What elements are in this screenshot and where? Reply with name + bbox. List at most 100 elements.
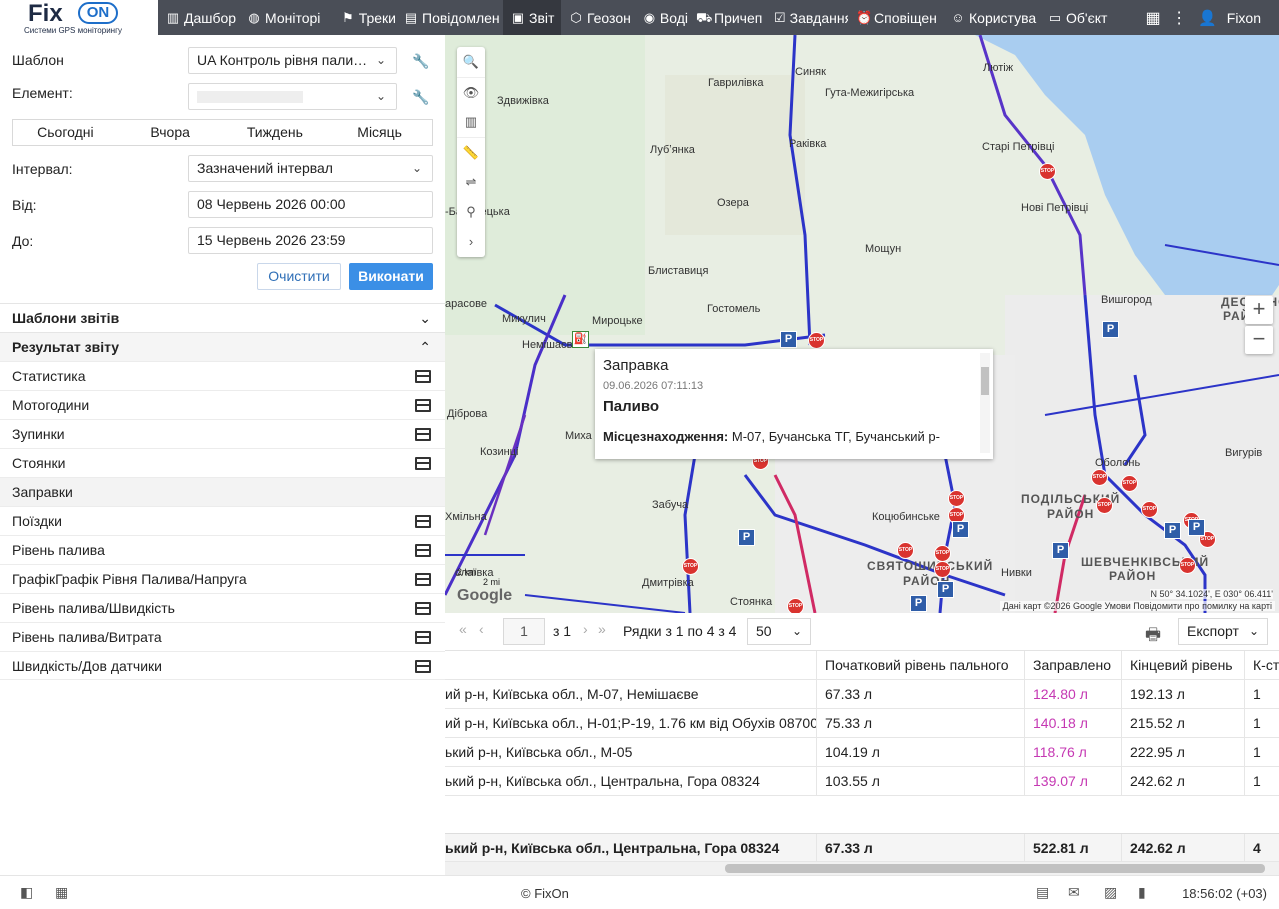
- next-page-icon[interactable]: ›: [583, 621, 588, 637]
- stop-marker[interactable]: STOP: [1091, 469, 1108, 486]
- parking-marker[interactable]: P: [937, 581, 954, 598]
- table-view-icon[interactable]: [415, 370, 431, 383]
- parking-marker[interactable]: P: [1102, 321, 1119, 338]
- waypoints-icon[interactable]: ⚲: [457, 197, 485, 227]
- table-view-icon[interactable]: [415, 573, 431, 586]
- nav-item[interactable]: ☺ Користува: [943, 0, 1040, 35]
- table-view-icon[interactable]: [415, 602, 431, 615]
- parking-marker[interactable]: P: [1052, 542, 1069, 559]
- stop-marker[interactable]: STOP: [787, 598, 804, 613]
- stop-marker[interactable]: STOP: [934, 545, 951, 562]
- page-input[interactable]: 1: [503, 618, 545, 645]
- wrench-icon[interactable]: 🔧: [412, 89, 429, 106]
- message-icon[interactable]: ▤: [1036, 884, 1049, 901]
- mail-icon[interactable]: ✉: [1068, 884, 1080, 901]
- parking-marker[interactable]: P: [780, 331, 797, 348]
- stop-marker[interactable]: STOP: [1141, 501, 1158, 518]
- table-total-row[interactable]: ький р-н, Київська обл., Центральна, Гор…: [445, 833, 1279, 863]
- stop-marker[interactable]: STOP: [897, 542, 914, 559]
- table-hscrollbar[interactable]: [445, 862, 1279, 875]
- fuel-marker[interactable]: ⛽: [572, 331, 589, 348]
- rows-per-page-select[interactable]: 50 ⌄: [747, 618, 811, 645]
- zoom-out-button[interactable]: −: [1245, 326, 1273, 354]
- nav-item[interactable]: ⛟ Причеп: [688, 0, 766, 35]
- run-button[interactable]: Виконати: [349, 263, 433, 290]
- parking-marker[interactable]: P: [1164, 522, 1181, 539]
- zoom-in-button[interactable]: +: [1245, 296, 1273, 324]
- result-section[interactable]: Результат звіту ⌃: [0, 332, 445, 361]
- period-yesterday[interactable]: Вчора: [118, 120, 223, 145]
- export-select[interactable]: Експорт ⌄: [1178, 618, 1268, 645]
- nav-item[interactable]: ▣ Звіт: [503, 0, 561, 35]
- layout-icon[interactable]: ▮: [1138, 884, 1146, 901]
- template-select[interactable]: UA Контроль рівня пали… ⌄: [188, 47, 397, 74]
- nav-item[interactable]: ⏰ Сповіщен: [848, 0, 943, 35]
- nav-item[interactable]: ⬡ Геозон: [561, 0, 635, 35]
- map-layers-icon[interactable]: ▥: [457, 107, 485, 137]
- nav-item[interactable]: ◍ Моніторі: [239, 0, 333, 35]
- stop-marker[interactable]: STOP: [1121, 475, 1138, 492]
- report-item[interactable]: Статистика: [0, 361, 445, 390]
- to-date-input[interactable]: 15 Червень 2026 23:59: [188, 227, 433, 254]
- parking-marker[interactable]: P: [1188, 519, 1205, 536]
- report-item[interactable]: Рівень палива/Швидкість: [0, 593, 445, 622]
- clear-button[interactable]: Очистити: [257, 263, 341, 290]
- report-item[interactable]: Зупинки: [0, 419, 445, 448]
- parking-marker[interactable]: P: [738, 529, 755, 546]
- print-icon[interactable]: 🖶: [1145, 622, 1161, 651]
- report-item[interactable]: Мотогодини: [0, 390, 445, 419]
- templates-section[interactable]: Шаблони звітів ⌄: [0, 303, 445, 332]
- stop-marker[interactable]: STOP: [1179, 557, 1196, 574]
- chevron-right-icon[interactable]: ›: [457, 227, 485, 257]
- parking-marker[interactable]: P: [910, 595, 927, 612]
- grid-view-icon[interactable]: ▦: [55, 884, 68, 901]
- table-view-icon[interactable]: [415, 399, 431, 412]
- report-item[interactable]: Поїздки: [0, 506, 445, 535]
- wrench-icon[interactable]: 🔧: [412, 53, 429, 70]
- nav-item[interactable]: ▤ Повідомлен: [396, 0, 503, 35]
- first-page-icon[interactable]: «: [459, 621, 467, 637]
- period-month[interactable]: Місяць: [327, 120, 432, 145]
- route-icon[interactable]: ⇌: [457, 167, 485, 197]
- stop-marker[interactable]: STOP: [934, 561, 951, 578]
- map-copyright[interactable]: Дані карт ©2026 Google Умови Повідомити …: [999, 601, 1275, 611]
- stop-marker[interactable]: STOP: [1096, 497, 1113, 514]
- table-row[interactable]: ий р-н, Київська обл., М-07, Немішаєве 67…: [445, 680, 1279, 709]
- table-row[interactable]: ький р-н, Київська обл., Центральна, Гор…: [445, 767, 1279, 796]
- table-row[interactable]: ий р-н, Київська обл., Н-01;Р-19, 1.76 к…: [445, 709, 1279, 738]
- period-week[interactable]: Тиждень: [223, 120, 328, 145]
- user-menu[interactable]: 👤 Fixon: [1192, 0, 1279, 35]
- period-today[interactable]: Сьогодні: [13, 120, 118, 145]
- table-row[interactable]: ький р-н, Київська обл., М-05 104.19 л 118…: [445, 738, 1279, 767]
- map[interactable]: Гаврилівка Синяк Лютіж Здвижівка Гута-Межигі…: [445, 35, 1279, 613]
- element-select[interactable]: ⌄: [188, 83, 397, 110]
- nav-item[interactable]: ▭ Об'єкт: [1040, 0, 1109, 35]
- nav-item[interactable]: ◉ Воді: [635, 0, 688, 35]
- logo[interactable]: Fix ON Системи GPS моніторингу: [0, 0, 158, 35]
- nav-item[interactable]: ⚑ Треки: [333, 0, 396, 35]
- apps-grid-icon[interactable]: ▦: [1140, 8, 1166, 28]
- table-view-icon[interactable]: [415, 631, 431, 644]
- report-item[interactable]: Рівень палива: [0, 535, 445, 564]
- table-view-icon[interactable]: [415, 544, 431, 557]
- ruler-icon[interactable]: 📏: [457, 137, 485, 167]
- from-date-input[interactable]: 08 Червень 2026 00:00: [188, 191, 433, 218]
- report-item[interactable]: Стоянки: [0, 448, 445, 477]
- last-page-icon[interactable]: »: [598, 621, 606, 637]
- prev-page-icon[interactable]: ‹: [479, 621, 484, 637]
- report-item[interactable]: Швидкість/Дов датчики: [0, 651, 445, 680]
- parking-marker[interactable]: P: [952, 521, 969, 538]
- report-item[interactable]: Заправки: [0, 477, 445, 506]
- popup-scrollbar[interactable]: [980, 353, 990, 453]
- eye-icon[interactable]: 👁: [457, 77, 485, 107]
- more-menu-icon[interactable]: ⋮: [1166, 8, 1192, 28]
- search-icon[interactable]: 🔍: [457, 47, 485, 77]
- interval-select[interactable]: Зазначений інтервал ⌄: [188, 155, 433, 182]
- table-view-icon[interactable]: [415, 428, 431, 441]
- table-view-icon[interactable]: [415, 457, 431, 470]
- report-item[interactable]: Рівень палива/Витрата: [0, 622, 445, 651]
- table-view-icon[interactable]: [415, 515, 431, 528]
- stop-marker[interactable]: STOP: [808, 332, 825, 349]
- stop-marker[interactable]: STOP: [682, 558, 699, 575]
- stop-marker[interactable]: STOP: [948, 490, 965, 507]
